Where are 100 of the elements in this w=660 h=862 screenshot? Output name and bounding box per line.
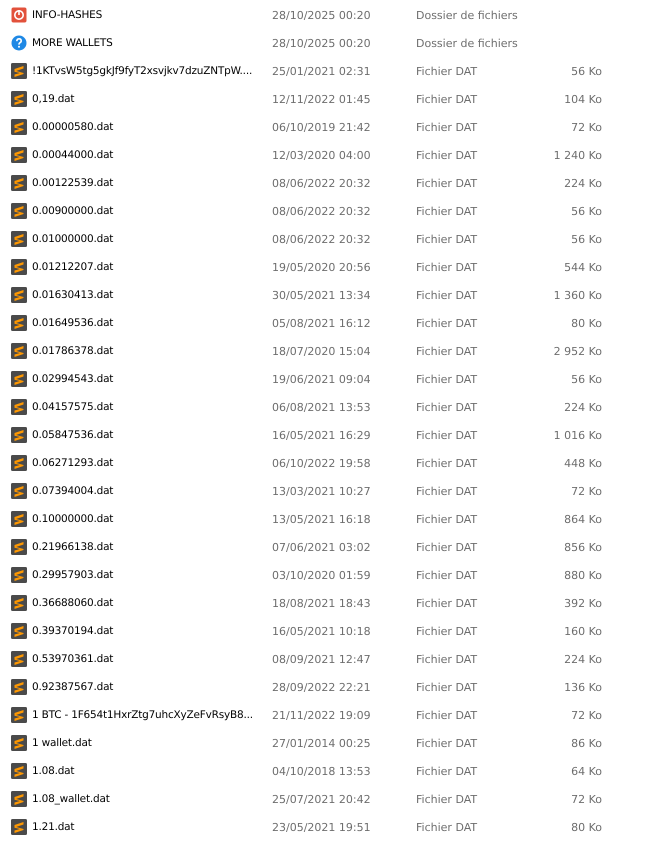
file-name[interactable]: 0.36688060.dat (32, 597, 272, 609)
modified-date: 12/03/2020 04:00 (272, 148, 372, 162)
modified-date: 27/01/2014 00:25 (272, 736, 372, 750)
file-name[interactable]: INFO-HASHES (32, 9, 272, 21)
file-type: Fichier DAT (416, 428, 478, 442)
file-name[interactable]: 0.92387567.dat (32, 681, 272, 693)
file-type: Fichier DAT (416, 624, 478, 638)
file-name[interactable]: 0.07394004.dat (32, 485, 272, 497)
file-icon (11, 203, 27, 219)
file-name[interactable]: 1 BTC - 1F654t1HxrZtg7uhcXyZeFvRsyB8... (32, 709, 272, 721)
file-icon (11, 63, 27, 79)
file-icon (11, 343, 27, 359)
file-type: Fichier DAT (416, 456, 478, 470)
file-name[interactable]: 0.00900000.dat (32, 205, 272, 217)
file-name[interactable]: 0.05847536.dat (32, 429, 272, 441)
file-icon (11, 119, 27, 135)
file-icon (11, 315, 27, 331)
file-name[interactable]: 0.29957903.dat (32, 569, 272, 581)
file-type: Fichier DAT (416, 736, 478, 750)
file-size: 56 Ko (571, 64, 602, 78)
file-type: Fichier DAT (416, 288, 478, 302)
modified-date: 28/10/2025 00:20 (272, 36, 372, 50)
file-type: Fichier DAT (416, 764, 478, 778)
modified-date: 08/06/2022 20:32 (272, 176, 372, 190)
modified-date: 13/05/2021 16:18 (272, 512, 372, 526)
file-name[interactable]: 0.01630413.dat (32, 289, 272, 301)
file-name[interactable]: 1 wallet.dat (32, 737, 272, 749)
file-name[interactable]: 0.00000580.dat (32, 121, 272, 133)
file-type: Fichier DAT (416, 568, 478, 582)
modified-date: 04/10/2018 13:53 (272, 764, 372, 778)
file-type: Fichier DAT (416, 316, 478, 330)
file-name[interactable]: 0.10000000.dat (32, 513, 272, 525)
file-type: Fichier DAT (416, 232, 478, 246)
file-name[interactable]: 1.21.dat (32, 821, 272, 833)
file-icon (11, 819, 27, 835)
modified-date: 16/05/2021 16:29 (272, 428, 372, 442)
modified-date: 19/05/2020 20:56 (272, 260, 372, 274)
file-name[interactable]: 0,19.dat (32, 93, 272, 105)
file-size: 72 Ko (571, 792, 602, 806)
file-size: 86 Ko (571, 736, 602, 750)
file-size: 2 952 Ko (554, 344, 602, 358)
file-size: 56 Ko (571, 204, 602, 218)
file-type: Fichier DAT (416, 92, 478, 106)
file-name[interactable]: 0.53970361.dat (32, 653, 272, 665)
file-name[interactable]: 1.08.dat (32, 765, 272, 777)
file-size: 224 Ko (564, 400, 602, 414)
file-size: 104 Ko (564, 92, 602, 106)
file-type: Fichier DAT (416, 540, 478, 554)
file-type: Fichier DAT (416, 652, 478, 666)
file-type: Dossier de fichiers (416, 8, 519, 22)
file-size: 224 Ko (564, 652, 602, 666)
file-size: 56 Ko (571, 372, 602, 386)
modified-date: 08/06/2022 20:32 (272, 204, 372, 218)
file-name[interactable]: 0.04157575.dat (32, 401, 272, 413)
modified-date: 06/10/2022 19:58 (272, 456, 372, 470)
modified-date: 21/11/2022 19:09 (272, 708, 372, 722)
file-icon (11, 455, 27, 471)
modified-date: 08/09/2021 12:47 (272, 652, 372, 666)
file-size: 880 Ko (564, 568, 602, 582)
file-type: Fichier DAT (416, 148, 478, 162)
file-name[interactable]: 0.01000000.dat (32, 233, 272, 245)
file-type: Fichier DAT (416, 512, 478, 526)
power-icon (11, 7, 27, 23)
file-type: Fichier DAT (416, 204, 478, 218)
file-icon (11, 763, 27, 779)
file-name[interactable]: 0.00122539.dat (32, 177, 272, 189)
file-name[interactable]: 0.00044000.dat (32, 149, 272, 161)
file-size: 80 Ko (571, 316, 602, 330)
file-name[interactable]: MORE WALLETS (32, 37, 272, 49)
file-name[interactable]: 0.01786378.dat (32, 345, 272, 357)
modified-date: 06/10/2019 21:42 (272, 120, 372, 134)
file-type: Fichier DAT (416, 260, 478, 274)
file-icon (11, 567, 27, 583)
modified-date: 05/08/2021 16:12 (272, 316, 372, 330)
modified-date: 30/05/2021 13:34 (272, 288, 372, 302)
file-type: Fichier DAT (416, 680, 478, 694)
file-size: 136 Ko (564, 680, 602, 694)
file-size: 856 Ko (564, 540, 602, 554)
help-icon (11, 35, 27, 51)
file-size: 1 240 Ko (554, 148, 602, 162)
file-type: Dossier de fichiers (416, 36, 519, 50)
file-type: Fichier DAT (416, 792, 478, 806)
file-icon (11, 427, 27, 443)
file-name[interactable]: 1.08_wallet.dat (32, 793, 272, 805)
modified-date: 25/07/2021 20:42 (272, 792, 372, 806)
file-icon (11, 595, 27, 611)
file-name[interactable]: 0.02994543.dat (32, 373, 272, 385)
file-size: 80 Ko (571, 820, 602, 834)
file-name[interactable]: 0.06271293.dat (32, 457, 272, 469)
file-size: 160 Ko (564, 624, 602, 638)
file-type: Fichier DAT (416, 120, 478, 134)
file-name[interactable]: 0.01649536.dat (32, 317, 272, 329)
modified-date: 28/10/2025 00:20 (272, 8, 372, 22)
file-name[interactable]: 0.39370194.dat (32, 625, 272, 637)
file-type: Fichier DAT (416, 484, 478, 498)
file-name[interactable]: 0.21966138.dat (32, 541, 272, 553)
file-name[interactable]: !1KTvsW5tg5gkJf9fyT2xsvjkv7dzuZNTpW.... (32, 65, 272, 77)
modified-date: 03/10/2020 01:59 (272, 568, 372, 582)
file-size: 864 Ko (564, 512, 602, 526)
file-name[interactable]: 0.01212207.dat (32, 261, 272, 273)
